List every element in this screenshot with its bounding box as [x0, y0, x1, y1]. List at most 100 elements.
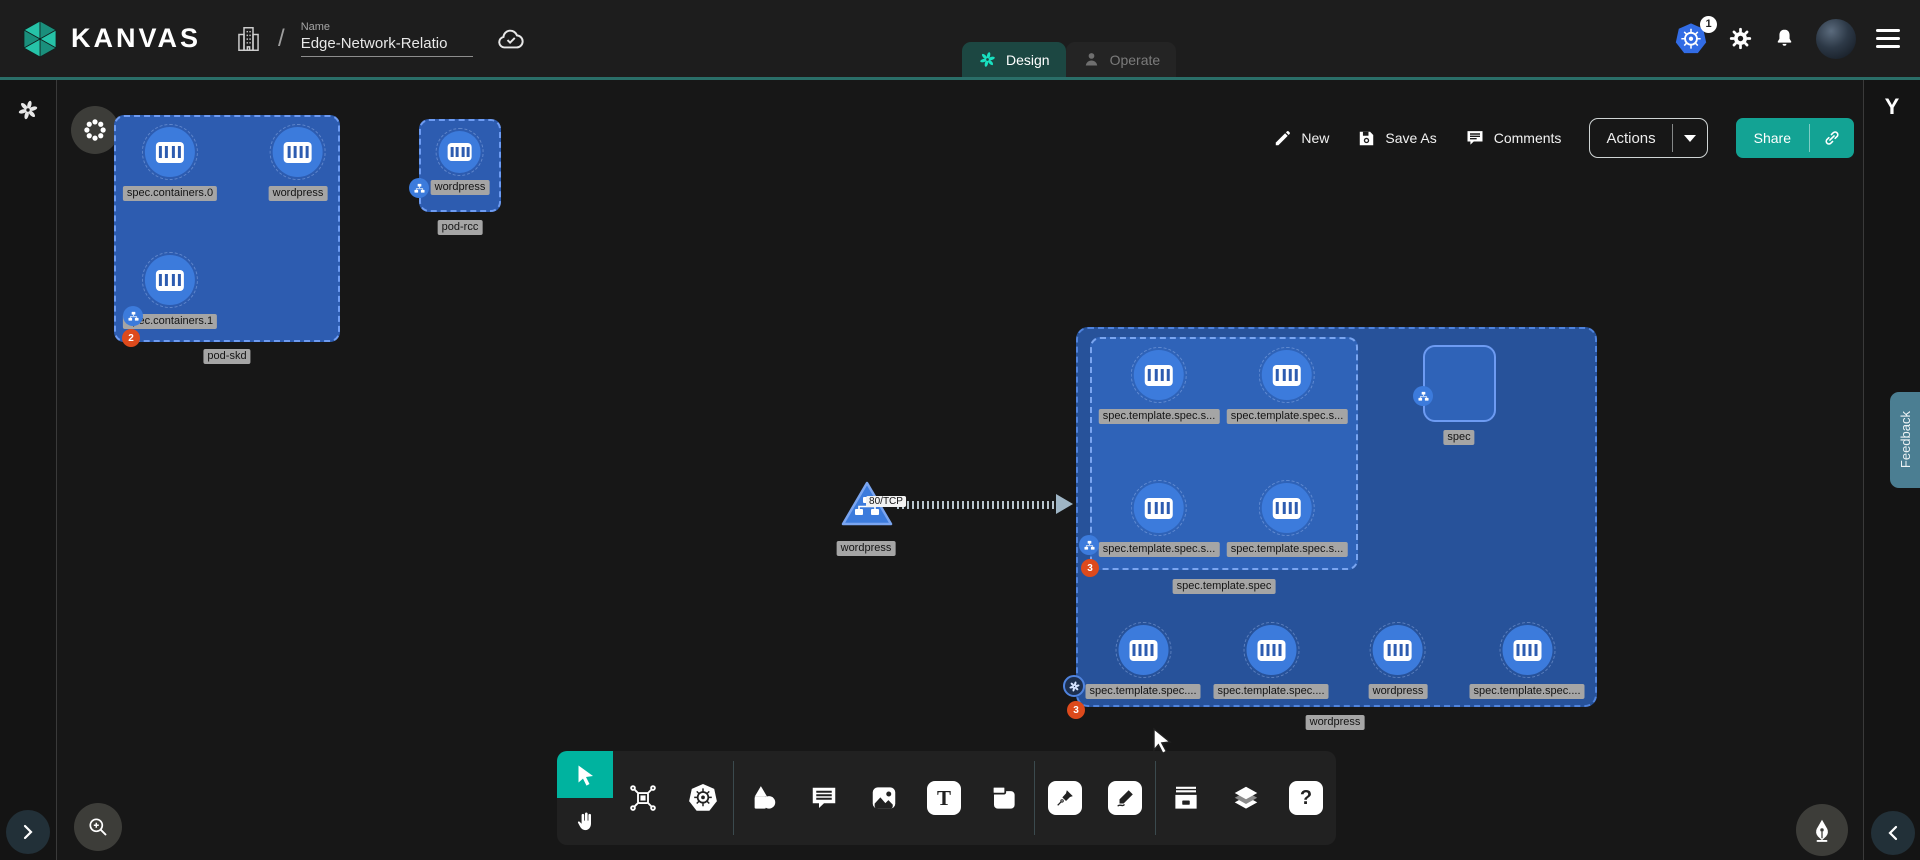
actions-button-label[interactable]: Actions — [1590, 119, 1671, 157]
container-node[interactable]: spec.template.spec.s... — [1099, 350, 1220, 424]
container-icon — [1262, 483, 1312, 533]
cursor-icon — [573, 763, 597, 787]
image-icon — [869, 783, 899, 813]
service-name-label: wordpress — [837, 541, 896, 556]
chevron-left-icon — [1885, 825, 1901, 841]
right-dock-handle[interactable]: Y — [1864, 94, 1920, 120]
error-count-badge[interactable]: 3 — [1081, 559, 1099, 577]
tab-design[interactable]: Design — [962, 42, 1066, 77]
zoom-in-icon — [86, 815, 110, 839]
container-icon — [1373, 625, 1423, 675]
share-button-label[interactable]: Share — [1736, 118, 1809, 158]
notifications-button[interactable] — [1773, 26, 1796, 51]
feedback-tab[interactable]: Feedback — [1890, 392, 1920, 488]
comments-button[interactable]: Comments — [1465, 128, 1562, 148]
container-node[interactable]: spec.template.spec.s... — [1099, 483, 1220, 557]
collapse-right-panel-button[interactable] — [1871, 811, 1915, 855]
container-node[interactable]: spec.template.spec.... — [1470, 625, 1585, 699]
spec-node-label: spec — [1443, 430, 1474, 445]
mode-tabs: Design Operate — [962, 42, 1176, 77]
hierarchy-badge[interactable] — [1413, 386, 1433, 406]
flower-icon — [82, 117, 108, 143]
canvas-toolbar: T — [557, 751, 1336, 845]
gear-icon — [1728, 26, 1753, 51]
node-label: spec.template.spec.s... — [1099, 542, 1220, 557]
spec-node[interactable] — [1423, 345, 1496, 422]
zoom-button[interactable] — [74, 803, 122, 851]
operate-person-icon — [1082, 50, 1101, 69]
node-label: wordpress — [269, 186, 328, 201]
tool-components-button[interactable] — [613, 751, 673, 845]
design-name-field[interactable]: Name Edge-Network-Relatio — [301, 21, 473, 57]
container-node[interactable]: spec.template.spec.s... — [1227, 483, 1348, 557]
node-label: spec.template.spec.s... — [1099, 409, 1220, 424]
design-name-label: Name — [301, 21, 473, 33]
tool-kubernetes-button[interactable] — [673, 751, 733, 845]
actions-dropdown-button[interactable] — [1673, 119, 1707, 157]
tool-select-button[interactable] — [557, 751, 613, 798]
frame-icon — [989, 783, 1019, 813]
copy-link-button[interactable] — [1810, 118, 1854, 158]
hierarchy-badge[interactable] — [1079, 535, 1099, 555]
annotate-button[interactable] — [1796, 804, 1848, 856]
pencil-icon — [1273, 129, 1292, 148]
share-split-button[interactable]: Share — [1736, 118, 1854, 158]
container-node[interactable]: wordpress — [269, 127, 328, 201]
actions-split-button[interactable]: Actions — [1589, 118, 1707, 158]
container-node[interactable]: spec.template.spec.... — [1214, 625, 1329, 699]
tool-layers-button[interactable] — [1216, 751, 1276, 845]
tool-frame-button[interactable] — [974, 751, 1034, 845]
design-name-input[interactable]: Edge-Network-Relatio — [301, 35, 473, 57]
error-count-badge[interactable]: 2 — [122, 329, 140, 347]
comment-tool-icon — [809, 783, 839, 813]
kubernetes-context-button[interactable]: 1 — [1674, 22, 1708, 56]
comment-icon — [1465, 128, 1485, 148]
tool-sketch-button[interactable] — [1095, 751, 1155, 845]
tool-help-button[interactable]: ? — [1276, 751, 1336, 845]
pencil-sketch-icon — [1108, 781, 1142, 815]
expand-left-panel-button[interactable] — [6, 810, 50, 854]
container-node[interactable]: spec.containers.0 — [123, 127, 217, 201]
tool-archive-button[interactable] — [1156, 751, 1216, 845]
edge-port-label: 80/TCP — [866, 496, 906, 507]
tool-image-button[interactable] — [854, 751, 914, 845]
meshery-badge[interactable] — [1063, 675, 1085, 697]
container-icon — [1134, 350, 1184, 400]
mouse-cursor — [1150, 727, 1176, 755]
breadcrumb-separator: / — [278, 25, 285, 53]
drawer-icon — [1171, 783, 1201, 813]
tool-text-button[interactable]: T — [914, 751, 974, 845]
edge-arrowhead-icon — [1056, 494, 1073, 514]
tool-shapes-button[interactable] — [734, 751, 794, 845]
error-count-badge[interactable]: 3 — [1067, 701, 1085, 719]
app-header: KANVAS / Name Edge-Network-Relatio — [0, 0, 1920, 80]
tool-comment-button[interactable] — [794, 751, 854, 845]
menu-button[interactable] — [1876, 29, 1900, 48]
caret-down-icon — [1684, 135, 1696, 142]
organization-icon[interactable] — [235, 24, 262, 54]
tool-pan-button[interactable] — [557, 798, 613, 845]
text-icon: T — [927, 781, 961, 815]
container-icon — [145, 255, 195, 305]
kanvas-logo[interactable]: KANVAS — [20, 19, 201, 59]
history-spiral-icon[interactable] — [16, 98, 40, 122]
hierarchy-badge[interactable] — [409, 178, 429, 198]
save-as-button[interactable]: Save As — [1357, 129, 1436, 148]
tab-operate[interactable]: Operate — [1066, 42, 1177, 77]
link-icon — [1822, 128, 1842, 148]
container-node[interactable]: wordpress — [1369, 625, 1428, 699]
logo-text: KANVAS — [71, 23, 201, 54]
container-node[interactable]: spec.template.spec.... — [1086, 625, 1201, 699]
settings-button[interactable] — [1728, 26, 1753, 51]
tool-pen-button[interactable] — [1035, 751, 1095, 845]
cloud-saved-icon — [495, 26, 527, 52]
avatar[interactable] — [1816, 19, 1856, 59]
hierarchy-badge[interactable] — [123, 306, 143, 326]
canvas-settings-button[interactable] — [71, 106, 119, 154]
new-button[interactable]: New — [1273, 129, 1329, 148]
container-icon — [273, 127, 323, 177]
container-node[interactable]: wordpress — [431, 131, 490, 195]
container-node[interactable]: spec.template.spec.s... — [1227, 350, 1348, 424]
kanvas-logo-icon — [20, 19, 60, 59]
design-action-bar: New Save As Comments Actions Share — [1273, 118, 1854, 158]
